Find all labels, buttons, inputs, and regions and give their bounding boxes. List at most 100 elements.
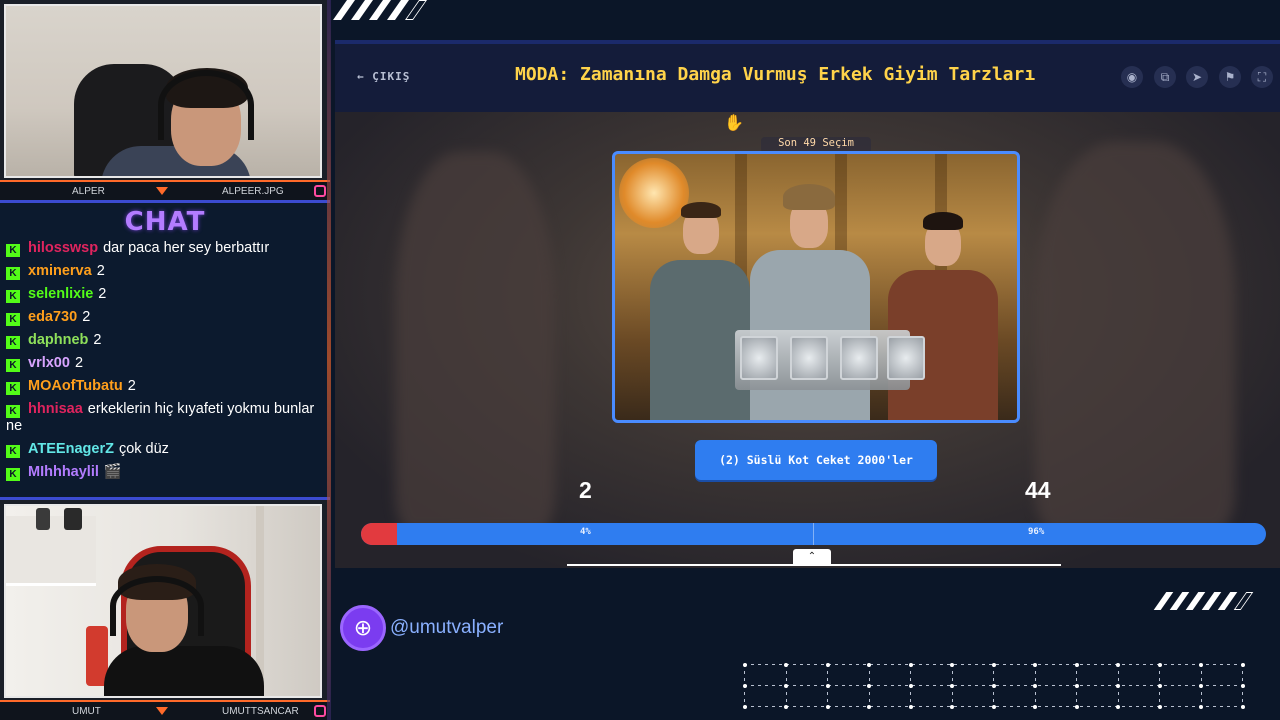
grid-dot bbox=[867, 683, 871, 688]
webcam-name: UMUT bbox=[72, 705, 101, 717]
chat-username[interactable]: MOAofTubatu bbox=[28, 378, 123, 394]
webcam-handle: UMUTTSANCAR bbox=[222, 705, 299, 717]
grid-dot bbox=[825, 662, 830, 667]
chat-username[interactable]: selenlixie bbox=[28, 286, 93, 302]
kick-badge-icon: K bbox=[6, 382, 20, 395]
chat-message: Kvrlx00 2 bbox=[0, 352, 330, 375]
right-percent-label: 96% bbox=[1028, 527, 1045, 537]
grid-dot bbox=[784, 683, 788, 688]
grid-dot bbox=[867, 704, 871, 709]
kick-badge-icon: K bbox=[6, 359, 20, 372]
chat-username[interactable]: hilosswsp bbox=[28, 240, 98, 256]
grid-dot bbox=[1033, 683, 1037, 688]
social-handle: ⊕ @umutvalper bbox=[340, 605, 503, 651]
kick-badge-icon: K bbox=[6, 468, 20, 481]
game-header: ← ÇIKIŞ MODA: Zamanına Damga Vurmuş Erke… bbox=[335, 44, 1280, 112]
vote-progress-bar: 4% 96% bbox=[361, 523, 1266, 545]
grid-dot bbox=[784, 704, 788, 709]
left-vote-count: 2 bbox=[579, 477, 592, 503]
grid-dot bbox=[908, 704, 913, 709]
grid-dot bbox=[1240, 662, 1245, 667]
game-stage: Son 49 Seçim (2) Süslü Kot Ceket 2000'le… bbox=[335, 112, 1280, 568]
grid-dot bbox=[825, 683, 830, 688]
chat-username[interactable]: eda730 bbox=[28, 309, 77, 325]
chat-username[interactable]: xminerva bbox=[28, 263, 92, 279]
chat-message: K MIhhhaylil 🎬 bbox=[0, 461, 330, 484]
fullscreen-icon[interactable]: ⛶ bbox=[1251, 66, 1273, 88]
left-percent-label: 4% bbox=[580, 527, 591, 537]
chat-message: Kdaphneb 2 bbox=[0, 329, 330, 352]
grid-row bbox=[744, 706, 1248, 707]
award bbox=[740, 336, 778, 380]
choice-image[interactable] bbox=[612, 151, 1020, 423]
chat-text: 🎬 bbox=[103, 464, 122, 480]
chat-username[interactable]: daphneb bbox=[28, 332, 88, 348]
stripe bbox=[1233, 592, 1254, 610]
headset bbox=[110, 576, 204, 636]
background-figure bbox=[1035, 142, 1235, 532]
chat-username[interactable]: ATEEnagerZ bbox=[28, 441, 114, 457]
grid-dot bbox=[867, 662, 871, 667]
choice-button[interactable]: (2) Süslü Kot Ceket 2000'ler bbox=[695, 440, 937, 480]
exit-button[interactable]: ← ÇIKIŞ bbox=[357, 70, 410, 83]
webcam-feed-umut bbox=[4, 504, 322, 698]
grid-dot bbox=[1199, 704, 1203, 709]
grid-dot bbox=[1074, 704, 1079, 709]
instagram-icon bbox=[314, 185, 326, 197]
grid-dot bbox=[1199, 662, 1203, 667]
grid-dot bbox=[1033, 662, 1037, 667]
hair bbox=[783, 184, 835, 210]
grid-dot bbox=[1157, 683, 1162, 688]
chat-username[interactable]: MIhhhaylil bbox=[28, 464, 99, 480]
webcam-handle: ALPEER.JPG bbox=[222, 185, 284, 197]
send-icon[interactable]: ➤ bbox=[1186, 66, 1208, 88]
grid-dot bbox=[991, 704, 996, 709]
flag-icon[interactable]: ⚑ bbox=[1219, 66, 1241, 88]
instagram-icon bbox=[314, 705, 326, 717]
chat-username[interactable]: vrlx00 bbox=[28, 355, 70, 371]
kick-badge-icon: K bbox=[6, 313, 20, 326]
grid-row bbox=[744, 685, 1248, 686]
person-shirt bbox=[104, 646, 264, 696]
grid-dot bbox=[742, 662, 747, 667]
mouse-cursor-icon: ✋ bbox=[724, 113, 744, 132]
chat-text: 2 bbox=[82, 309, 91, 325]
chat-panel: CHAT Khilosswsp dar paca her sey berbattı… bbox=[0, 200, 330, 500]
divider-strip bbox=[327, 0, 331, 720]
decorative-stripes bbox=[332, 0, 428, 20]
trophy-shelf bbox=[6, 516, 96, 586]
grid-dot bbox=[1116, 662, 1120, 667]
chat-message: Khhnisaa erkeklerin hiç kıyafeti yokmu bu… bbox=[0, 398, 330, 438]
headset bbox=[158, 70, 254, 140]
eye-icon[interactable]: ◉ bbox=[1121, 66, 1143, 88]
grid-dot bbox=[825, 704, 830, 709]
chat-text: 2 bbox=[98, 286, 107, 302]
grid-dot bbox=[1074, 683, 1079, 688]
webcam-name: ALPER bbox=[72, 185, 105, 197]
webcam-bottom: UMUT UMUTTSANCAR bbox=[0, 500, 330, 720]
hair bbox=[923, 212, 963, 230]
grid-dot bbox=[742, 704, 747, 709]
grid-row bbox=[744, 664, 1248, 665]
kick-badge-icon: K bbox=[6, 267, 20, 280]
chevron-up-icon[interactable]: ⌃ bbox=[793, 549, 831, 565]
social-handle-text: @umutvalper bbox=[390, 617, 504, 638]
chat-message-list: Khilosswsp dar paca her sey berbattır Kxmi… bbox=[0, 237, 330, 484]
award bbox=[790, 336, 828, 380]
grid-dot bbox=[1157, 704, 1162, 709]
chat-username[interactable]: hhnisaa bbox=[28, 401, 83, 417]
background-figure bbox=[395, 152, 555, 532]
webcam-feed-alper bbox=[4, 4, 322, 178]
chat-message: Keda730 2 bbox=[0, 306, 330, 329]
caret-down-icon bbox=[156, 187, 168, 195]
grid-dot bbox=[1116, 683, 1120, 688]
grid-dot bbox=[908, 683, 913, 688]
share-icon[interactable]: ⧉ bbox=[1154, 66, 1176, 88]
decorative-grid bbox=[742, 662, 1248, 709]
chat-text: 2 bbox=[93, 332, 102, 348]
grid-dot bbox=[1240, 704, 1245, 709]
grid-dot bbox=[1033, 704, 1037, 709]
grid-dot bbox=[784, 662, 788, 667]
chat-text: çok düz bbox=[118, 441, 169, 457]
bar-midline bbox=[813, 523, 814, 545]
